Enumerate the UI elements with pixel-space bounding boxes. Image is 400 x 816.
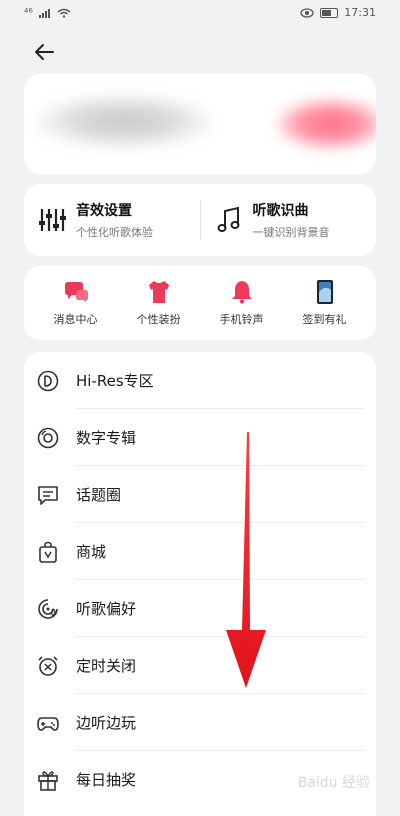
wifi-icon bbox=[57, 8, 71, 18]
shortcut-message-center[interactable]: 消息中心 bbox=[36, 279, 116, 327]
hires-icon bbox=[36, 369, 60, 393]
gamepad-icon bbox=[36, 711, 60, 735]
shortcut-checkin-gift-label: 签到有礼 bbox=[302, 313, 347, 326]
sound-settings-subtitle: 个性化听歌体验 bbox=[76, 226, 153, 239]
menu-item-store[interactable]: 商城 bbox=[24, 523, 376, 580]
shortcut-message-center-label: 消息中心 bbox=[53, 313, 98, 326]
back-button[interactable] bbox=[32, 40, 56, 64]
disc-icon bbox=[36, 426, 60, 450]
menu-item-play-while-listening[interactable]: 边听边玩 bbox=[24, 694, 376, 751]
shortcuts-card: 消息中心 个性装扮 手机铃声 签到有礼 bbox=[24, 266, 376, 340]
shortcut-ringtone[interactable]: 手机铃声 bbox=[202, 279, 282, 327]
network-type-label: ⁴⁶ bbox=[24, 6, 33, 19]
music-note-icon bbox=[213, 204, 245, 236]
shortcut-checkin-gift[interactable]: 签到有礼 bbox=[285, 279, 365, 327]
status-right: 17:31 bbox=[300, 6, 376, 19]
feature-card: 音效设置 个性化听歌体验 听歌识曲 一键识别背景音 bbox=[24, 184, 376, 256]
menu-item-store-label: 商城 bbox=[76, 543, 107, 561]
preference-icon bbox=[36, 597, 60, 621]
song-recognition-subtitle: 一键识别背景音 bbox=[252, 226, 330, 239]
menu-item-play-while-listening-label: 边听边玩 bbox=[76, 714, 137, 732]
shortcut-ringtone-label: 手机铃声 bbox=[219, 313, 264, 326]
song-recognition-title: 听歌识曲 bbox=[252, 203, 309, 219]
sound-settings-text: 音效设置 个性化听歌体验 bbox=[76, 200, 153, 240]
status-bar: ⁴⁶ 17:31 bbox=[0, 0, 400, 28]
menu-item-listening-preference-label: 听歌偏好 bbox=[76, 600, 137, 618]
sound-settings-entry[interactable]: 音效设置 个性化听歌体验 bbox=[24, 200, 200, 240]
signal-icon bbox=[38, 8, 50, 18]
menu-item-hires-label: Hi-Res专区 bbox=[76, 372, 154, 390]
watermark-text: Baidu 经验 bbox=[297, 775, 370, 791]
menu-item-timer-close-label: 定时关闭 bbox=[76, 657, 137, 675]
equalizer-icon bbox=[36, 204, 68, 236]
shortcut-personal-dressup-label: 个性装扮 bbox=[136, 313, 181, 326]
shopping-bag-icon bbox=[36, 540, 60, 564]
menu-item-digital-album-label: 数字专辑 bbox=[76, 429, 137, 447]
phone-icon bbox=[312, 279, 338, 305]
status-left: ⁴⁶ bbox=[24, 6, 71, 19]
menu-item-topic-circle-label: 话题圈 bbox=[76, 486, 122, 504]
menu-item-listening-preference[interactable]: 听歌偏好 bbox=[24, 580, 376, 637]
menu-list: Hi-Res专区 数字专辑 话题圈 商城 听歌偏好 定时关闭 边听边玩 每日抽奖 bbox=[24, 352, 376, 816]
gift-icon bbox=[36, 768, 60, 792]
alarm-icon bbox=[36, 654, 60, 678]
eye-icon bbox=[300, 7, 314, 18]
menu-item-hires[interactable]: Hi-Res专区 bbox=[24, 352, 376, 409]
tshirt-icon bbox=[146, 279, 172, 305]
blurred-user-info bbox=[34, 94, 214, 149]
status-time: 17:31 bbox=[344, 6, 376, 19]
chat-icon bbox=[36, 483, 60, 507]
menu-item-digital-album[interactable]: 数字专辑 bbox=[24, 409, 376, 466]
bell-icon bbox=[229, 279, 255, 305]
song-recognition-entry[interactable]: 听歌识曲 一键识别背景音 bbox=[201, 200, 377, 240]
menu-item-topic-circle[interactable]: 话题圈 bbox=[24, 466, 376, 523]
arrow-left-icon bbox=[35, 44, 54, 60]
blurred-vip-badge bbox=[276, 98, 376, 150]
battery-icon bbox=[320, 7, 339, 18]
menu-item-daily-lottery-label: 每日抽奖 bbox=[76, 771, 137, 789]
song-recognition-text: 听歌识曲 一键识别背景音 bbox=[253, 200, 330, 240]
profile-card[interactable] bbox=[24, 74, 376, 174]
baidu-watermark: Baidu 经验 bbox=[298, 772, 370, 792]
message-icon bbox=[63, 279, 89, 305]
shortcut-personal-dressup[interactable]: 个性装扮 bbox=[119, 279, 199, 327]
sound-settings-title: 音效设置 bbox=[76, 203, 132, 219]
menu-item-timer-close[interactable]: 定时关闭 bbox=[24, 637, 376, 694]
